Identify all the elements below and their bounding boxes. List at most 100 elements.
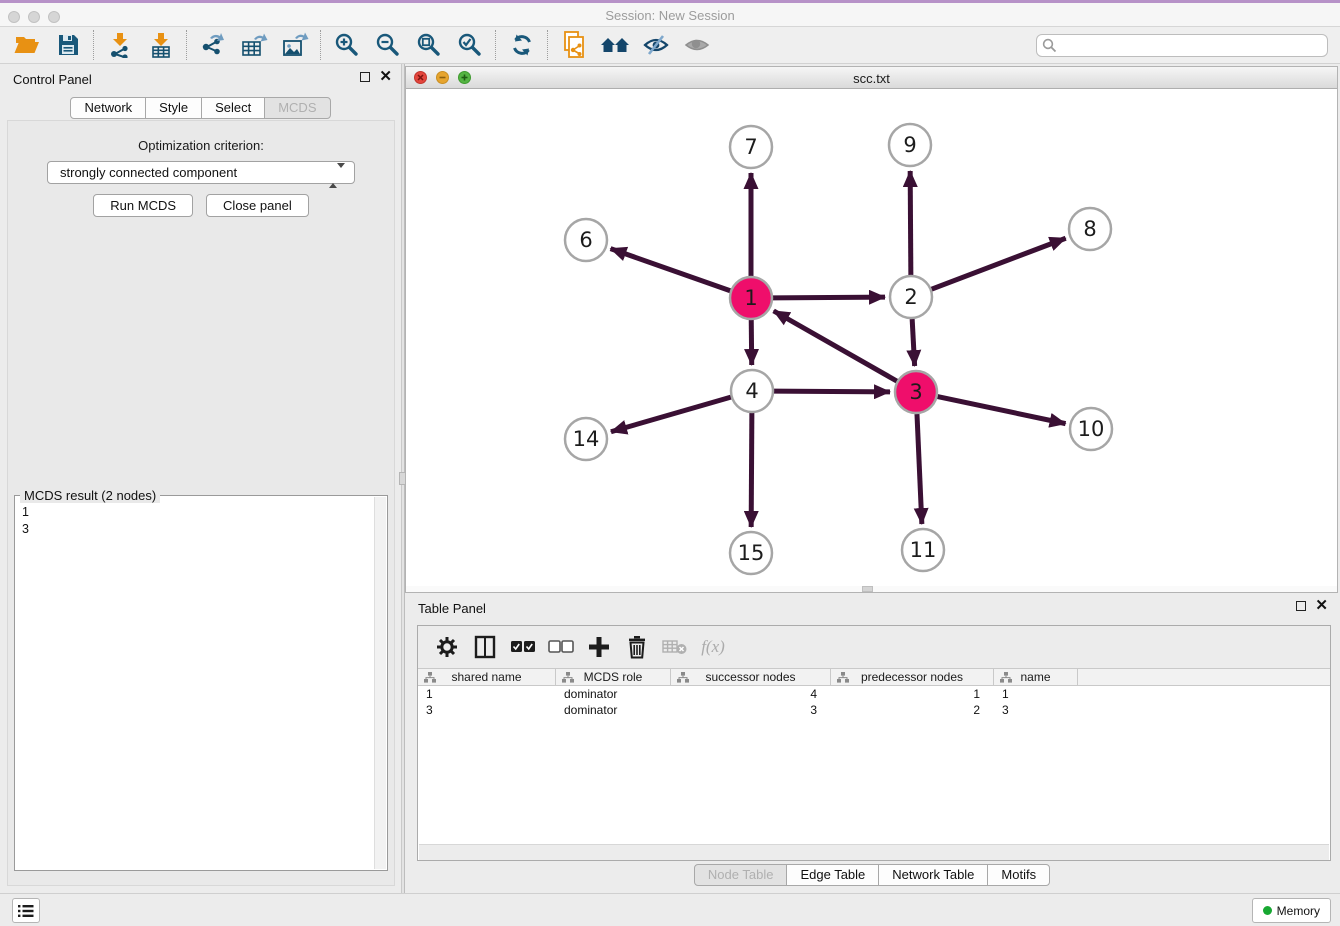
add-column-icon[interactable] [580,631,618,663]
close-table-panel-icon[interactable]: ✕ [1315,601,1328,611]
graph-edge-4-15[interactable] [751,413,752,527]
graph-edge-1-2[interactable] [773,297,885,298]
criterion-dropdown-value: strongly connected component [60,165,237,180]
tab-node-table[interactable]: Node Table [694,864,788,886]
tab-edge-table[interactable]: Edge Table [786,864,879,886]
table-cell[interactable]: dominator [556,702,671,718]
memory-button[interactable]: Memory [1252,898,1331,923]
graph-node-2[interactable]: 2 [890,276,932,318]
hierarchy-icon [677,672,689,683]
export-network-icon[interactable] [192,29,233,61]
export-table-icon[interactable] [233,29,274,61]
horizontal-splitter-grip[interactable] [862,586,873,592]
graph-node-8[interactable]: 8 [1069,208,1111,250]
control-panel-title: Control Panel [13,72,92,87]
zoom-selected-icon[interactable] [449,29,490,61]
graph-edge-3-1[interactable] [774,311,897,381]
first-neighbors-icon[interactable] [594,29,635,61]
open-folder-icon[interactable] [6,29,47,61]
control-panel: Control Panel ✕ NetworkStyleSelectMCDS O… [0,64,402,893]
tab-select[interactable]: Select [201,97,265,119]
close-panel-icon[interactable]: ✕ [379,72,392,82]
graph-edge-2-9[interactable] [910,171,911,275]
graph-node-label: 2 [904,285,917,309]
mcds-result-list[interactable]: 13 [15,498,374,870]
tab-network[interactable]: Network [70,97,146,119]
tab-style[interactable]: Style [145,97,202,119]
table-cell[interactable]: 3 [418,702,556,718]
float-table-panel-icon[interactable] [1296,601,1306,611]
graph-edge-3-11[interactable] [917,414,922,524]
float-panel-icon[interactable] [360,72,370,82]
graph-node-3[interactable]: 3 [895,371,937,413]
table-cell[interactable]: dominator [556,686,671,702]
result-scrollbar[interactable] [374,497,386,869]
graph-edge-4-3[interactable] [774,391,890,392]
graph-edge-3-10[interactable] [938,397,1066,424]
graph-node-label: 8 [1083,217,1096,241]
graph-node-15[interactable]: 15 [730,532,772,574]
graph-node-9[interactable]: 9 [889,124,931,166]
table-hscrollbar[interactable] [419,844,1329,860]
column-header-shared-name[interactable]: shared name [418,669,556,685]
table-settings-icon[interactable] [428,631,466,663]
column-header-MCDS-role[interactable]: MCDS role [556,669,671,685]
delete-columns-icon[interactable] [618,631,656,663]
table-cell[interactable]: 1 [418,686,556,702]
graph-node-14[interactable]: 14 [565,418,607,460]
unselect-all-columns-icon[interactable] [542,631,580,663]
graph-node-7[interactable]: 7 [730,126,772,168]
run-mcds-button[interactable]: Run MCDS [93,194,193,217]
graph-node-label: 1 [744,286,757,310]
export-image-icon[interactable] [274,29,315,61]
network-canvas[interactable]: 7 9 6 8 1 2 4 3 14 10 15 11 [406,89,1337,586]
table-cell[interactable]: 3 [994,702,1078,718]
table-cell[interactable]: 1 [831,686,994,702]
graph-node-6[interactable]: 6 [565,219,607,261]
close-panel-button[interactable]: Close panel [206,194,309,217]
table-row[interactable]: 1dominator411 [418,686,1330,702]
result-item[interactable]: 1 [22,504,374,521]
duplicate-network-icon[interactable] [553,29,594,61]
graph-edge-1-6[interactable] [611,249,731,291]
save-icon[interactable] [47,29,88,61]
table-cell[interactable]: 2 [831,702,994,718]
result-item[interactable]: 3 [22,521,374,538]
function-builder-icon[interactable]: f(x) [694,631,732,663]
hide-graphics-details-icon[interactable] [635,29,676,61]
zoom-out-icon[interactable] [367,29,408,61]
delete-table-icon[interactable] [656,631,694,663]
table-panel: Table Panel ✕ [405,595,1340,891]
table-row[interactable]: 3dominator323 [418,702,1330,718]
graph-node-1[interactable]: 1 [730,277,772,319]
show-graphics-details-icon[interactable] [676,29,717,61]
search-input[interactable] [1036,34,1328,57]
graph-node-10[interactable]: 10 [1070,408,1112,450]
graph-edge-2-8[interactable] [932,238,1066,289]
criterion-dropdown[interactable]: strongly connected component [47,161,355,184]
table-cell[interactable]: 1 [994,686,1078,702]
zoom-in-icon[interactable] [326,29,367,61]
import-network-icon[interactable] [99,29,140,61]
import-table-icon[interactable] [140,29,181,61]
network-window-title: scc.txt [406,71,1337,86]
graph-edge-4-14[interactable] [611,397,731,432]
graph-node-11[interactable]: 11 [902,529,944,571]
show-columns-icon[interactable] [466,631,504,663]
tab-network-table[interactable]: Network Table [878,864,988,886]
network-window-titlebar[interactable]: scc.txt [406,67,1337,89]
select-all-columns-icon[interactable] [504,631,542,663]
table-panel-tabs: Node TableEdge TableNetwork TableMotifs [405,864,1340,886]
tab-mcds[interactable]: MCDS [264,97,330,119]
tab-motifs[interactable]: Motifs [987,864,1050,886]
graph-edge-2-3[interactable] [912,319,914,366]
table-cell[interactable]: 4 [671,686,831,702]
task-history-button[interactable] [12,898,40,923]
table-cell[interactable]: 3 [671,702,831,718]
column-header-predecessor-nodes[interactable]: predecessor nodes [831,669,994,685]
column-header-name[interactable]: name [994,669,1078,685]
zoom-fit-icon[interactable] [408,29,449,61]
column-header-successor-nodes[interactable]: successor nodes [671,669,831,685]
refresh-icon[interactable] [501,29,542,61]
graph-node-4[interactable]: 4 [731,370,773,412]
